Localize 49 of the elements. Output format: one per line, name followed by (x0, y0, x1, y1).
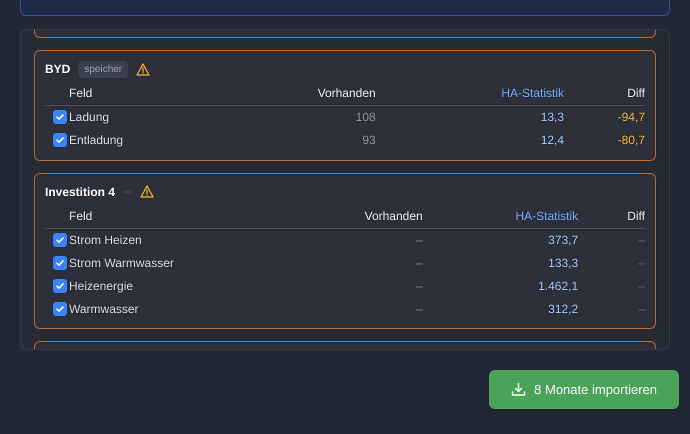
checkmark-icon (55, 234, 65, 245)
diff-value: – (638, 256, 645, 270)
ha-value: 1.462,1 (538, 278, 578, 292)
diff-value: -80,7 (618, 133, 645, 147)
checkbox[interactable] (53, 302, 67, 316)
column-header: Vorhanden (318, 86, 376, 100)
checkmark-icon (55, 112, 65, 122)
field-name: Strom Warmwasser (69, 256, 174, 270)
field-name: Entladung (69, 133, 124, 147)
column-header: Vorhanden (364, 208, 423, 222)
field-name: Strom Heizen (69, 232, 142, 247)
checkmark-icon (55, 258, 65, 268)
diff-value: – (638, 232, 645, 247)
column-header: HA-Statistik (515, 208, 578, 222)
checkbox[interactable] (53, 232, 67, 247)
column-header: Feld (69, 86, 92, 100)
checkbox[interactable] (53, 133, 67, 147)
ha-value: 12,4 (540, 133, 564, 147)
ha-value: 373,7 (548, 232, 578, 247)
existing-value: – (416, 278, 423, 292)
existing-value: – (416, 256, 423, 270)
checkbox[interactable] (53, 278, 67, 292)
ha-value: 312,2 (548, 302, 578, 316)
existing-value: 93 (362, 133, 376, 147)
card-title: Investition 4 (45, 184, 116, 200)
field-name: Ladung (69, 110, 110, 124)
column-header: HA-Statistik (501, 86, 564, 100)
download-icon (511, 382, 526, 397)
existing-value: – (416, 302, 423, 316)
card-title: BYD (45, 61, 70, 78)
ha-value: 13,3 (540, 110, 564, 124)
column-header: Feld (69, 208, 92, 222)
checkmark-icon (55, 135, 65, 145)
checkbox[interactable] (53, 110, 67, 124)
diff-value: -94,7 (618, 110, 645, 124)
diff-value: – (638, 278, 645, 292)
checkmark-icon (55, 304, 65, 314)
column-header: Diff (627, 86, 645, 100)
field-name: Warmwasser (69, 302, 139, 316)
checkbox[interactable] (53, 256, 67, 270)
existing-value: – (416, 232, 423, 247)
checkmark-icon (55, 280, 65, 290)
diff-value: – (638, 302, 645, 316)
tag: speicher (78, 60, 128, 78)
field-name: Heizenergie (69, 278, 134, 292)
import-button[interactable]: 8 Monate importieren (489, 370, 679, 409)
column-header: Diff (627, 208, 645, 222)
existing-value: 108 (356, 110, 376, 124)
ha-value: 133,3 (548, 256, 578, 270)
